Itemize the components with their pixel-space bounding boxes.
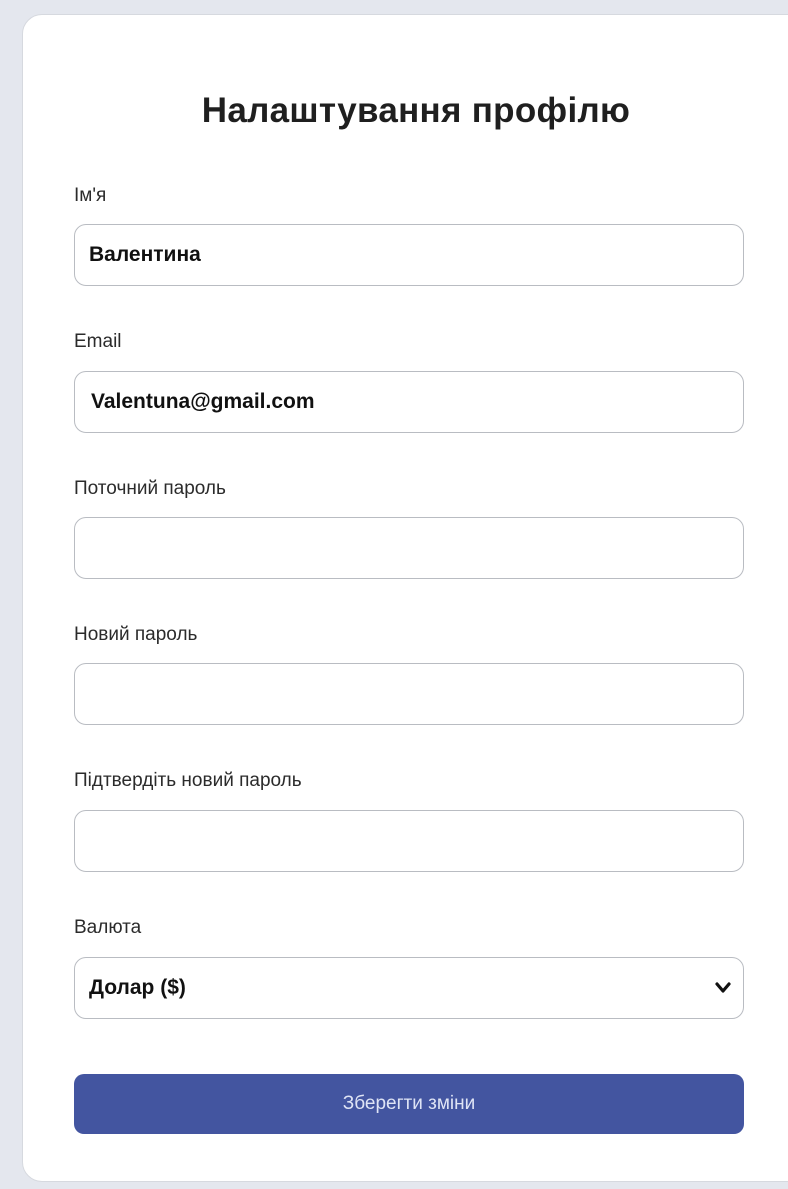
currency-selected-value: Долар ($) [89, 976, 186, 999]
current-password-field[interactable] [74, 517, 744, 579]
chevron-down-icon [715, 982, 731, 993]
current-password-label: Поточний пароль [74, 478, 226, 499]
new-password-field[interactable] [74, 663, 744, 725]
profile-settings-card: Налаштування профілю Ім'я Валентина Emai… [22, 14, 788, 1182]
email-label: Email [74, 331, 122, 352]
confirm-password-label: Підтвердіть новий пароль [74, 770, 302, 791]
page-title: Налаштування профілю [201, 91, 631, 130]
currency-label: Валюта [74, 917, 142, 938]
email-value: Valentuna@gmail.com [91, 390, 315, 413]
name-label: Ім'я [74, 185, 107, 206]
currency-select[interactable]: Долар ($) [74, 957, 744, 1019]
name-value: Валентина [89, 243, 201, 266]
save-changes-button[interactable]: Зберегти зміни [74, 1074, 744, 1134]
name-field[interactable]: Валентина [74, 224, 744, 286]
confirm-password-field[interactable] [74, 810, 744, 872]
new-password-label: Новий пароль [74, 624, 198, 645]
email-field[interactable]: Valentuna@gmail.com [74, 371, 744, 433]
